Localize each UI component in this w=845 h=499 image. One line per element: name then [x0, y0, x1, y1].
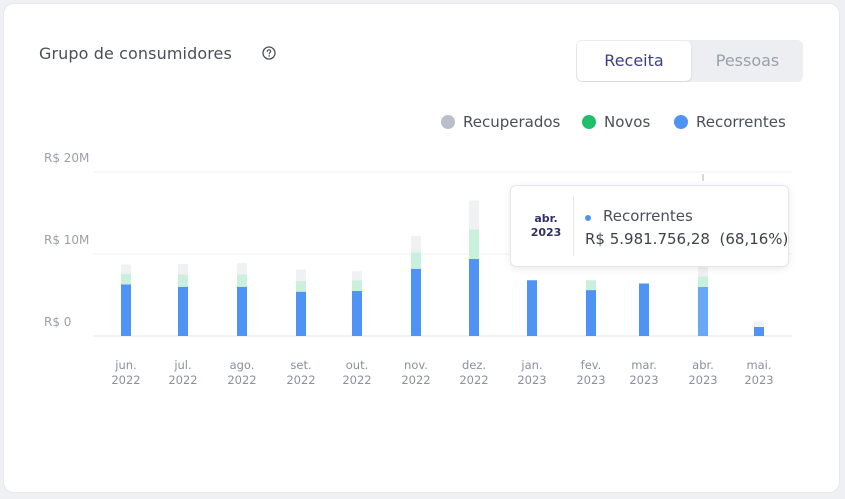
- bar-novos[interactable]: [237, 274, 247, 287]
- bar-novos[interactable]: [698, 276, 708, 287]
- x-tick-month: nov.: [404, 358, 428, 372]
- bar-recuperados[interactable]: [754, 321, 764, 327]
- tooltip-series-dot-icon: [585, 215, 591, 221]
- tooltip-month-label: abr.: [534, 212, 558, 225]
- tooltip-percent: (68,16%): [719, 230, 789, 248]
- x-tick-month: ago.: [230, 358, 255, 372]
- y-tick-label: R$ 10M: [44, 233, 89, 247]
- tooltip-value: R$ 5.981.756,28 (68,16%): [585, 230, 788, 248]
- bar-recuperados[interactable]: [352, 271, 362, 281]
- bar-recorrentes[interactable]: [411, 268, 421, 336]
- bar-novos[interactable]: [296, 281, 306, 292]
- tooltip-year-label: 2023: [530, 226, 562, 239]
- bar-novos[interactable]: [586, 280, 596, 291]
- bar-recuperados[interactable]: [469, 200, 479, 230]
- x-tick-year: 2022: [168, 373, 197, 387]
- x-tick-month: mar.: [631, 358, 657, 372]
- bar-recuperados[interactable]: [121, 264, 131, 274]
- bar-recuperados[interactable]: [178, 263, 188, 275]
- bar-recorrentes[interactable]: [352, 290, 362, 336]
- bar-recorrentes[interactable]: [639, 283, 649, 336]
- bar-novos[interactable]: [121, 273, 131, 285]
- bar-recorrentes[interactable]: [121, 284, 131, 336]
- x-tick-month: dez.: [462, 358, 486, 372]
- x-tick-year: 2022: [342, 373, 371, 387]
- bar-recorrentes[interactable]: [237, 286, 247, 336]
- chart-tooltip: abr. 2023 Recorrentes R$ 5.981.756,28 (6…: [510, 185, 789, 267]
- bar-recuperados[interactable]: [411, 235, 421, 253]
- x-tick-month: jul.: [173, 358, 191, 372]
- bar-novos[interactable]: [411, 252, 421, 269]
- x-tick-month: fev.: [581, 358, 602, 372]
- bar-recorrentes[interactable]: [178, 286, 188, 336]
- bar-recorrentes[interactable]: [698, 286, 708, 336]
- x-tick-year: 2023: [629, 373, 658, 387]
- tooltip-month: abr. 2023: [525, 212, 567, 240]
- x-tick-year: 2022: [459, 373, 488, 387]
- bar-recorrentes[interactable]: [469, 258, 479, 336]
- x-tick-month: out.: [346, 358, 369, 372]
- x-tick-month: abr.: [692, 358, 714, 372]
- bar-recorrentes[interactable]: [754, 326, 764, 336]
- x-tick-year: 2023: [688, 373, 717, 387]
- bar-novos[interactable]: [469, 229, 479, 259]
- y-tick-label: R$ 0: [44, 315, 71, 329]
- x-tick-month: jun.: [114, 358, 136, 372]
- x-tick-month: jan.: [520, 358, 542, 372]
- x-tick-year: 2022: [401, 373, 430, 387]
- tooltip-divider: [573, 196, 574, 256]
- tooltip-series-name: Recorrentes: [603, 207, 693, 225]
- bar-recuperados[interactable]: [237, 263, 247, 275]
- bar-recorrentes[interactable]: [527, 280, 537, 336]
- x-tick-year: 2023: [576, 373, 605, 387]
- x-tick-year: 2023: [744, 373, 773, 387]
- x-tick-year: 2023: [517, 373, 546, 387]
- x-tick-year: 2022: [227, 373, 256, 387]
- x-tick-month: set.: [290, 358, 311, 372]
- x-tick-year: 2022: [286, 373, 315, 387]
- x-tick-year: 2022: [111, 373, 140, 387]
- y-tick-label: R$ 20M: [44, 151, 89, 165]
- bar-recorrentes[interactable]: [586, 290, 596, 336]
- bar-recuperados[interactable]: [296, 269, 306, 282]
- bar-novos[interactable]: [178, 274, 188, 287]
- tooltip-amount: R$ 5.981.756,28: [585, 230, 710, 248]
- x-tick-month: mai.: [746, 358, 771, 372]
- bar-novos[interactable]: [352, 280, 362, 291]
- bar-recorrentes[interactable]: [296, 291, 306, 336]
